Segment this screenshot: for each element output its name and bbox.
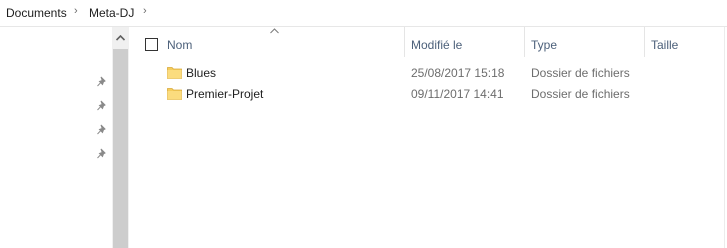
list-item[interactable]: Premier-Projet 09/11/2017 14:41 Dossier … — [130, 83, 727, 104]
pin-icon — [96, 124, 110, 138]
column-header-name[interactable]: Nom — [167, 38, 192, 52]
column-divider[interactable] — [524, 27, 525, 57]
breadcrumb-documents[interactable]: Documents — [6, 6, 67, 20]
breadcrumb-meta-dj[interactable]: Meta-DJ — [89, 6, 134, 20]
item-name[interactable]: Premier-Projet — [186, 87, 263, 101]
chevron-up-icon — [116, 35, 125, 41]
select-all-checkbox[interactable] — [145, 38, 158, 51]
item-modified: 09/11/2017 14:41 — [411, 87, 504, 101]
folder-icon — [167, 67, 182, 79]
scroll-thumb[interactable] — [113, 49, 128, 248]
column-header-size[interactable]: Taille — [651, 38, 678, 52]
list-item[interactable]: Blues 25/08/2017 15:18 Dossier de fichie… — [130, 62, 727, 83]
pane-edge — [724, 27, 725, 248]
item-name[interactable]: Blues — [186, 66, 216, 80]
scroll-up-button[interactable] — [112, 27, 129, 49]
item-type: Dossier de fichiers — [531, 87, 630, 101]
breadcrumb-separator-icon[interactable]: › — [74, 5, 78, 17]
pin-icon — [96, 76, 110, 90]
sort-ascending-icon — [270, 28, 279, 34]
pin-icon — [96, 100, 110, 114]
pin-icon — [96, 148, 110, 162]
column-header-type[interactable]: Type — [531, 38, 557, 52]
navigation-pane — [0, 27, 112, 248]
folder-icon — [167, 88, 182, 100]
breadcrumb-separator-icon[interactable]: › — [143, 5, 147, 17]
address-bar[interactable]: Documents › Meta-DJ › — [0, 0, 727, 27]
column-divider[interactable] — [644, 27, 645, 57]
column-header-modified[interactable]: Modifié le — [411, 38, 462, 52]
vertical-scrollbar[interactable] — [112, 27, 129, 248]
item-modified: 25/08/2017 15:18 — [411, 66, 505, 80]
item-type: Dossier de fichiers — [531, 66, 630, 80]
column-header-row: Nom Modifié le Type Taille — [130, 27, 727, 61]
column-divider[interactable] — [404, 27, 405, 57]
